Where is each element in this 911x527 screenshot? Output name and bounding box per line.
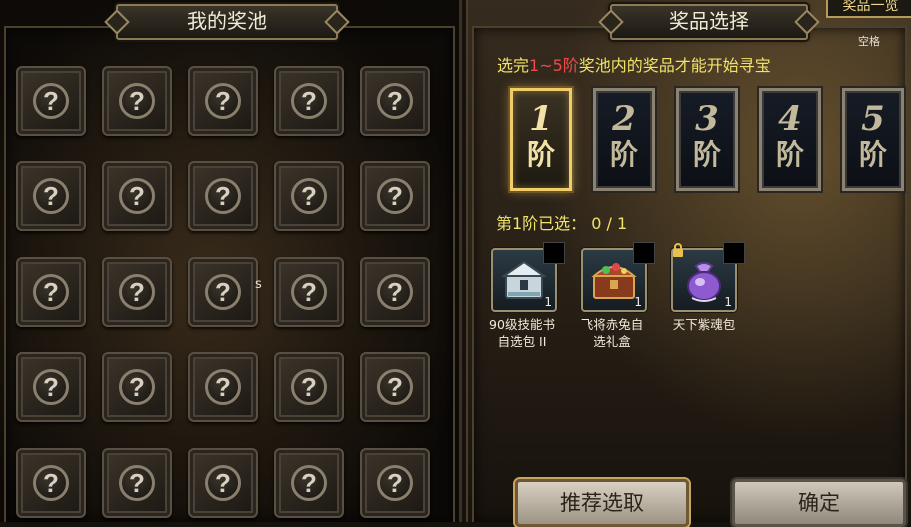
prize-list-tab[interactable]: 奖品一览: [826, 0, 911, 18]
tier-number: 3: [695, 99, 719, 139]
selection-instruction: 选完1~5阶奖池内的奖品才能开始寻宝: [497, 52, 771, 76]
prize-pool-slot[interactable]: ?: [274, 448, 344, 518]
prize-pool-slot[interactable]: ?: [102, 352, 172, 422]
prize-pool-slot[interactable]: ?: [360, 352, 430, 422]
question-mark-icon: ?: [377, 83, 413, 119]
prize-pool-slot[interactable]: ?: [188, 161, 258, 231]
prize-pool-slot[interactable]: ?: [16, 257, 86, 327]
tier-card-2[interactable]: 2阶: [593, 88, 655, 191]
space-key-hint: 空格: [858, 35, 880, 48]
select-checkbox[interactable]: [723, 242, 745, 264]
prize-pool-slot[interactable]: ?: [360, 257, 430, 327]
item-count: 1: [544, 295, 552, 309]
tier-label: 阶: [526, 138, 555, 171]
question-mark-icon: ?: [119, 369, 155, 405]
instruction-highlight: 1~5阶: [529, 56, 579, 75]
prize-pool-slot[interactable]: ?: [274, 161, 344, 231]
prize-pool-slot[interactable]: ?: [188, 352, 258, 422]
question-mark-icon: ?: [291, 178, 327, 214]
prize-pool-slot[interactable]: ?: [360, 66, 430, 136]
question-mark-icon: ?: [205, 465, 241, 501]
question-mark-icon: ?: [119, 83, 155, 119]
question-mark-icon: ?: [205, 83, 241, 119]
question-mark-icon: ?: [33, 274, 69, 310]
question-mark-icon: ?: [33, 83, 69, 119]
question-mark-icon: ?: [119, 465, 155, 501]
question-mark-icon: ?: [119, 274, 155, 310]
tier-card-4[interactable]: 4阶: [759, 88, 821, 191]
question-mark-icon: ?: [291, 369, 327, 405]
tier-label: 阶: [692, 138, 721, 171]
question-mark-icon: ?: [291, 465, 327, 501]
tier-card-5[interactable]: 5阶: [842, 88, 904, 191]
question-mark-icon: ?: [291, 274, 327, 310]
item-count: 1: [634, 295, 642, 309]
item-name-line: 飞将赤兔自: [580, 317, 644, 332]
tier-label: 阶: [775, 138, 804, 171]
prize-selection-title: 奖品选择: [610, 4, 808, 40]
prize-pool-slot[interactable]: ?: [102, 161, 172, 231]
prize-pool-slot[interactable]: ?: [360, 161, 430, 231]
question-mark-icon: ?: [205, 369, 241, 405]
item-name-line: 90级技能书: [489, 317, 555, 332]
tier-label: 阶: [858, 138, 887, 171]
prize-pool-title: 我的奖池: [116, 4, 338, 40]
instruction-prefix: 选完: [497, 56, 530, 75]
select-checkbox[interactable]: [633, 242, 655, 264]
reward-item-slot[interactable]: 1: [491, 242, 565, 312]
prize-pool-slot[interactable]: ?: [188, 257, 258, 327]
item-name-line: 选礼盒: [593, 334, 631, 349]
item-name-line: 天下紫魂包: [672, 317, 736, 332]
question-mark-icon: ?: [33, 465, 69, 501]
tier-number: 1: [529, 99, 553, 139]
instruction-suffix: 奖池内的奖品才能开始寻宝: [578, 56, 771, 75]
reward-item-slot[interactable]: 1: [671, 242, 745, 312]
stray-text: s: [255, 277, 262, 292]
confirm-button[interactable]: 确定: [732, 479, 906, 527]
prize-pool-slot[interactable]: ?: [102, 66, 172, 136]
reward-item-name: 飞将赤兔自 选礼盒: [567, 316, 657, 350]
question-mark-icon: ?: [33, 178, 69, 214]
question-mark-icon: ?: [119, 178, 155, 214]
prize-pool-slot[interactable]: ?: [16, 352, 86, 422]
prize-pool-slot[interactable]: ?: [16, 66, 86, 136]
prize-pool-slot[interactable]: ?: [102, 448, 172, 518]
prize-pool-slot[interactable]: ?: [274, 257, 344, 327]
question-mark-icon: ?: [377, 274, 413, 310]
item-name-line: 自选包 II: [497, 334, 547, 349]
tier-card-3[interactable]: 3阶: [676, 88, 738, 191]
question-mark-icon: ?: [291, 83, 327, 119]
question-mark-icon: ?: [205, 178, 241, 214]
tier-number: 4: [778, 99, 802, 139]
prize-pool-slot[interactable]: ?: [102, 257, 172, 327]
prize-pool-slot[interactable]: ?: [188, 448, 258, 518]
recommend-select-button[interactable]: 推荐选取: [515, 479, 689, 527]
select-checkbox[interactable]: [543, 242, 565, 264]
question-mark-icon: ?: [377, 178, 413, 214]
question-mark-icon: ?: [205, 274, 241, 310]
prize-pool-slot[interactable]: ?: [274, 66, 344, 136]
tier-number: 2: [612, 99, 636, 139]
lock-icon: [671, 242, 685, 257]
item-count: 1: [724, 295, 732, 309]
question-mark-icon: ?: [33, 369, 69, 405]
tier-label: 阶: [609, 138, 638, 171]
reward-item-name: 90级技能书 自选包 II: [477, 316, 567, 350]
reward-item-name: 天下紫魂包: [659, 316, 749, 333]
question-mark-icon: ?: [377, 465, 413, 501]
reward-item-slot[interactable]: 1: [581, 242, 655, 312]
prize-pool-slot[interactable]: ?: [188, 66, 258, 136]
tier-card-1[interactable]: 1阶: [510, 88, 572, 191]
prize-pool-slot[interactable]: ?: [274, 352, 344, 422]
prize-pool-slot[interactable]: ?: [16, 161, 86, 231]
tier-number: 5: [861, 99, 885, 139]
question-mark-icon: ?: [377, 369, 413, 405]
selection-status: 第1阶已选： 0 / 1: [496, 214, 628, 233]
prize-pool-slot[interactable]: ?: [16, 448, 86, 518]
prize-pool-slot[interactable]: ?: [360, 448, 430, 518]
